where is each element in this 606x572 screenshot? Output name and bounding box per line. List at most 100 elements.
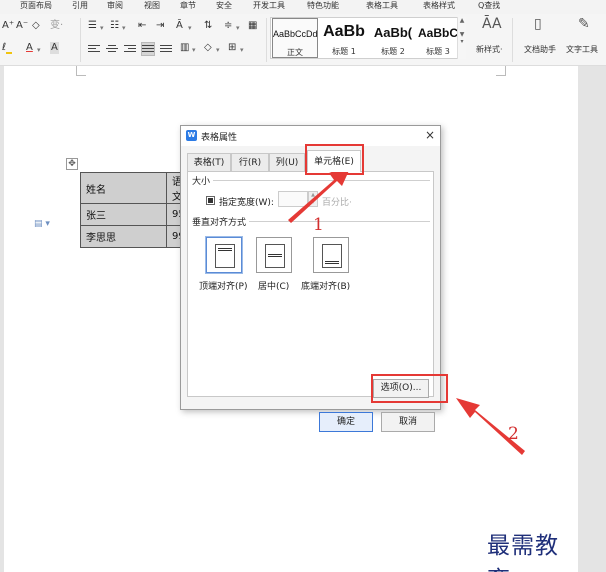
margin-corner-mark — [496, 66, 506, 76]
style-heading-2[interactable]: AaBb( 标题 2 — [370, 18, 416, 58]
table-move-handle-icon[interactable]: ✥ — [66, 158, 78, 170]
sort-icon[interactable]: ⇅ — [204, 20, 212, 32]
menu-security[interactable]: 安全 — [216, 0, 232, 12]
menu-developer[interactable]: 开发工具 — [253, 0, 285, 12]
menu-bar: 页面布局 引用 审阅 视图 章节 安全 开发工具 特色功能 表格工具 表格样式 … — [0, 0, 606, 14]
width-input[interactable] — [278, 191, 308, 207]
style-sample-text: AaBb( — [373, 25, 413, 40]
watermark: 最需教育 — [487, 533, 559, 572]
size-group-label: 大小 — [192, 174, 214, 187]
table-row: 姓名 语文 — [80, 172, 191, 204]
menu-table-tools[interactable]: 表格工具 — [366, 0, 398, 12]
new-style-button[interactable]: 新样式· — [476, 44, 503, 56]
align-distributed-icon[interactable] — [160, 43, 172, 55]
align-right-icon[interactable] — [124, 43, 136, 55]
table-grid-icon[interactable]: ▦ — [248, 20, 257, 32]
font-color-icon[interactable]: A — [26, 42, 33, 54]
doc-assistant-icon[interactable]: ▯ — [534, 17, 542, 31]
font-grow-button[interactable]: A⁺ — [2, 20, 14, 32]
menu-features[interactable]: 特色功能 — [307, 0, 339, 12]
char-shading-icon[interactable]: A — [50, 42, 59, 54]
align-justify-icon[interactable] — [141, 42, 155, 56]
border-dropdown-icon[interactable]: ▾ — [240, 44, 244, 56]
text-tools-icon[interactable]: ✎ — [578, 17, 590, 31]
font-color-dropdown-icon[interactable]: ▾ — [37, 44, 41, 56]
decrease-indent-icon[interactable]: ⇤ — [138, 20, 146, 32]
column-layout-icon[interactable]: ▥ — [180, 42, 189, 54]
number-list-icon[interactable]: ☷ — [110, 20, 119, 32]
number-dropdown-icon[interactable]: ▾ — [122, 22, 126, 34]
cancel-button[interactable]: 取消 — [381, 412, 435, 432]
tab-row[interactable]: 行(R) — [231, 153, 269, 171]
valign-bottom-button[interactable] — [313, 237, 349, 273]
style-heading-3[interactable]: AaBbC( 标题 3 — [418, 18, 458, 58]
menu-review[interactable]: 审阅 — [107, 0, 123, 12]
style-sample-text: AaBbCcDd — [273, 29, 317, 39]
menu-table-style[interactable]: 表格样式 — [423, 0, 455, 12]
shading-dropdown-icon[interactable]: ▾ — [216, 44, 220, 56]
table-cell[interactable]: 姓名 — [80, 172, 167, 204]
valign-group-label: 垂直对齐方式 — [192, 215, 250, 228]
highlight-icon[interactable]: ℓ — [2, 42, 13, 54]
width-unit-select[interactable]: 百分比· — [322, 195, 352, 208]
font-shrink-button[interactable]: A⁻ — [16, 20, 28, 32]
document-table[interactable]: 姓名 语文 张三 95 李思思 99 — [80, 172, 191, 248]
cell-tab-pane: 大小 指定宽度(W): ▲ ▼ 百分比· 垂直对齐方式 顶端对齐(P) 居中(C)… — [187, 171, 434, 397]
valign-top-button[interactable] — [205, 236, 243, 274]
table-properties-dialog: W 表格属性 × 表格(T) 行(R) 列(U) 单元格(E) 大小 指定宽度(… — [180, 125, 441, 432]
table-cell[interactable]: 张三 — [80, 203, 167, 226]
menu-references[interactable]: 引用 — [72, 0, 88, 12]
style-gallery-scroll[interactable]: ▲ ▼ ▾ — [457, 17, 466, 59]
line-spacing-icon[interactable]: ≑ — [224, 20, 232, 32]
menu-view[interactable]: 视图 — [144, 0, 160, 12]
text-tools-button[interactable]: 文字工具 — [566, 44, 598, 56]
increase-indent-icon[interactable]: ⇥ — [156, 20, 164, 32]
line-spacing-dropdown-icon[interactable]: ▾ — [236, 22, 240, 34]
style-name: 标题 2 — [381, 47, 405, 56]
align-left-icon[interactable] — [88, 43, 100, 55]
style-name: 正文 — [287, 48, 303, 57]
ribbon-toolbar: A⁺ A⁻ ◇ 变· ℓ A ▾ A ☰ ▾ ☷ ▾ ⇤ ⇥ Ā ▾ ⇅ ≑ ▾… — [0, 14, 606, 66]
valign-center-button[interactable] — [256, 237, 292, 273]
menu-search[interactable]: Q查找 — [478, 0, 500, 12]
align-center-icon[interactable] — [106, 43, 118, 55]
dialog-titlebar[interactable]: W 表格属性 × — [181, 126, 440, 146]
tab-cell[interactable]: 单元格(E) — [307, 150, 361, 172]
separator — [512, 18, 513, 62]
clear-format-icon[interactable]: ◇ — [32, 20, 40, 32]
valign-bottom-icon — [322, 244, 342, 268]
group-divider — [192, 180, 430, 181]
dialog-title: 表格属性 — [201, 133, 238, 143]
bullet-dropdown-icon[interactable]: ▾ — [100, 22, 104, 34]
paragraph-layout-icon[interactable]: ▤ ▾ — [34, 219, 50, 229]
valign-bottom-label: 底端对齐(B) — [301, 282, 351, 292]
doc-assistant-button[interactable]: 文档助手 — [524, 44, 556, 56]
style-heading-1[interactable]: AaBb 标题 1 — [320, 18, 368, 58]
options-button[interactable]: 选项(O)... — [373, 379, 429, 398]
bullet-list-icon[interactable]: ☰ — [88, 20, 97, 32]
border-icon[interactable]: ⊞ — [228, 42, 236, 54]
valign-center-label: 居中(C) — [258, 282, 290, 292]
valign-top-icon — [215, 244, 235, 268]
menu-page-layout[interactable]: 页面布局 — [20, 0, 52, 12]
change-case-icon[interactable]: 变· — [50, 20, 63, 32]
style-name: 标题 1 — [332, 47, 356, 56]
close-icon[interactable]: × — [425, 128, 435, 142]
column-layout-dropdown-icon[interactable]: ▾ — [192, 44, 196, 56]
style-sample-text: AaBbC( — [418, 26, 458, 40]
table-cell[interactable]: 李思思 — [80, 225, 167, 248]
menu-section[interactable]: 章节 — [180, 0, 196, 12]
ok-button[interactable]: 确定 — [319, 412, 373, 432]
tab-table[interactable]: 表格(T) — [187, 153, 231, 171]
width-spinner[interactable]: ▲ ▼ — [308, 191, 318, 207]
style-normal[interactable]: AaBbCcDd 正文 — [272, 18, 318, 58]
chinese-layout-icon[interactable]: Ā — [176, 20, 183, 32]
valign-top-label: 顶端对齐(P) — [199, 282, 248, 292]
style-sample-text: AaBb — [323, 23, 365, 40]
specify-width-checkbox[interactable] — [206, 196, 215, 205]
table-row: 李思思 99 — [80, 225, 191, 248]
new-style-icon[interactable]: ĀA — [482, 17, 502, 31]
shading-fill-icon[interactable]: ◇ — [204, 42, 212, 54]
chinese-layout-dropdown-icon[interactable]: ▾ — [188, 22, 192, 34]
tab-column[interactable]: 列(U) — [269, 153, 305, 171]
